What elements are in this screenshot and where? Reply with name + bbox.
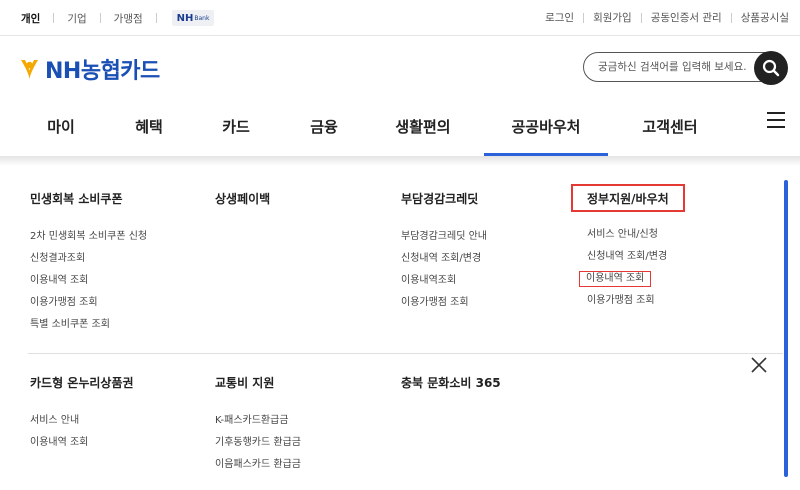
tab-my[interactable]: 마이 — [28, 96, 94, 156]
login-link[interactable]: 로그인 — [545, 10, 574, 25]
menu-link[interactable]: 서비스 안내/신청 — [587, 228, 685, 250]
scrollbar[interactable] — [784, 180, 788, 477]
menu-links: 서비스 안내 이용내역 조회 — [30, 414, 134, 458]
menu-link[interactable]: 이용가맹점 조회 — [401, 296, 487, 318]
menu-icon[interactable] — [767, 112, 787, 130]
site-logo[interactable]: NH농협카드 — [19, 55, 160, 84]
certificate-link[interactable]: 공동인증서 관리 — [651, 10, 722, 25]
menu-link[interactable]: 부담경감크레딧 안내 — [401, 230, 487, 252]
menu-link[interactable]: 이용내역조회 — [401, 274, 487, 296]
divider — [53, 13, 55, 23]
menu-col-onnuri: 카드형 온누리상품권 서비스 안내 이용내역 조회 — [30, 374, 134, 458]
nh-bank-sub: Bank — [194, 14, 210, 22]
menu-title[interactable]: 충북 문화소비 365 — [401, 374, 501, 392]
menu-title[interactable]: 민생회복 소비쿠폰 — [30, 190, 147, 208]
menu-title-highlighted[interactable]: 정부지원/바우처 — [571, 184, 685, 212]
menu-col-consumption-coupon: 민생회복 소비쿠폰 2차 민생회복 소비쿠폰 신청 신청결과조회 이용내역 조회… — [30, 190, 147, 340]
menu-col-chungbuk: 충북 문화소비 365 — [401, 374, 501, 392]
nh-logo-icon — [21, 60, 38, 80]
menu-link[interactable]: 신청결과조회 — [30, 252, 147, 274]
search-box — [583, 51, 789, 85]
divider — [640, 12, 642, 23]
menu-col-transport: 교통비 지원 K-패스카드환급금 기후동행카드 환급금 이음패스카드 환급금 — [215, 374, 301, 480]
menu-link[interactable]: 이용내역 조회 — [30, 274, 147, 296]
divider — [99, 13, 101, 23]
tab-customer-center[interactable]: 고객센터 — [624, 96, 716, 156]
menu-links: 서비스 안내/신청 신청내역 조회/변경 이용내역 조회 이용가맹점 조회 — [579, 228, 685, 316]
tab-public-voucher[interactable]: 공공바우처 — [484, 96, 608, 156]
utility-bar: 개인 기업 가맹점 NH Bank 로그인 회원가입 공동인증서 관리 상품공시실 — [0, 0, 800, 36]
search-input[interactable] — [583, 52, 783, 82]
close-icon — [751, 357, 767, 373]
tab-finance[interactable]: 금융 — [291, 96, 357, 156]
search-button[interactable] — [754, 51, 788, 85]
divider — [155, 13, 157, 23]
nav-personal[interactable]: 개인 — [21, 11, 40, 26]
menu-link[interactable]: 이용가맹점 조회 — [587, 294, 685, 316]
menu-links: 2차 민생회복 소비쿠폰 신청 신청결과조회 이용내역 조회 이용가맹점 조회 … — [30, 230, 147, 340]
menu-col-government-voucher: 정부지원/바우처 서비스 안내/신청 신청내역 조회/변경 이용내역 조회 이용… — [571, 184, 685, 316]
menu-link[interactable]: 이용가맹점 조회 — [30, 296, 147, 318]
nh-bank-main: NH — [176, 12, 194, 24]
menu-link-highlighted[interactable]: 이용내역 조회 — [579, 271, 685, 294]
menu-link[interactable]: 서비스 안내 — [30, 414, 134, 436]
menu-link[interactable]: 신청내역 조회/변경 — [401, 252, 487, 274]
menu-link[interactable]: 특별 소비쿠폰 조회 — [30, 318, 147, 340]
product-disclosure-link[interactable]: 상품공시실 — [741, 10, 789, 25]
search-icon — [762, 59, 780, 77]
menu-title[interactable]: 카드형 온누리상품권 — [30, 374, 134, 392]
menu-title[interactable]: 부담경감크레딧 — [401, 190, 487, 208]
nav-shadow — [0, 156, 800, 166]
menu-link[interactable]: 신청내역 조회/변경 — [587, 250, 685, 272]
divider — [583, 12, 585, 23]
menu-col-payback: 상생페이백 — [215, 190, 270, 208]
menu-link[interactable]: 2차 민생회복 소비쿠폰 신청 — [30, 230, 147, 252]
nav-business[interactable]: 기업 — [67, 11, 86, 26]
nh-bank-link[interactable]: NH Bank — [171, 10, 215, 26]
menu-title[interactable]: 교통비 지원 — [215, 374, 301, 392]
menu-link[interactable]: 이용내역 조회 — [30, 436, 134, 458]
menu-link[interactable]: 기후동행카드 환급금 — [215, 436, 301, 458]
customer-type-nav: 개인 기업 가맹점 NH Bank — [21, 10, 215, 26]
menu-title[interactable]: 상생페이백 — [215, 190, 270, 208]
divider — [730, 12, 732, 23]
close-button[interactable] — [749, 355, 769, 375]
account-nav: 로그인 회원가입 공동인증서 관리 상품공시실 — [545, 10, 789, 25]
menu-divider — [28, 353, 783, 354]
tab-card[interactable]: 카드 — [203, 96, 269, 156]
logo-text: NH농협카드 — [45, 59, 160, 84]
menu-links: K-패스카드환급금 기후동행카드 환급금 이음패스카드 환급금 — [215, 414, 301, 480]
highlight-box: 이용내역 조회 — [579, 271, 652, 287]
mega-menu: 민생회복 소비쿠폰 2차 민생회복 소비쿠폰 신청 신청결과조회 이용내역 조회… — [0, 166, 800, 490]
main-nav: 마이 혜택 카드 금융 생활편의 공공바우처 고객센터 — [0, 96, 800, 156]
menu-link[interactable]: 이음패스카드 환급금 — [215, 458, 301, 480]
menu-link[interactable]: K-패스카드환급금 — [215, 414, 301, 436]
tab-living[interactable]: 생활편의 — [375, 96, 471, 156]
tab-benefits[interactable]: 혜택 — [116, 96, 182, 156]
menu-col-credit: 부담경감크레딧 부담경감크레딧 안내 신청내역 조회/변경 이용내역조회 이용가… — [401, 190, 487, 318]
nav-merchant[interactable]: 가맹점 — [114, 11, 143, 26]
menu-links: 부담경감크레딧 안내 신청내역 조회/변경 이용내역조회 이용가맹점 조회 — [401, 230, 487, 318]
signup-link[interactable]: 회원가입 — [593, 10, 632, 25]
